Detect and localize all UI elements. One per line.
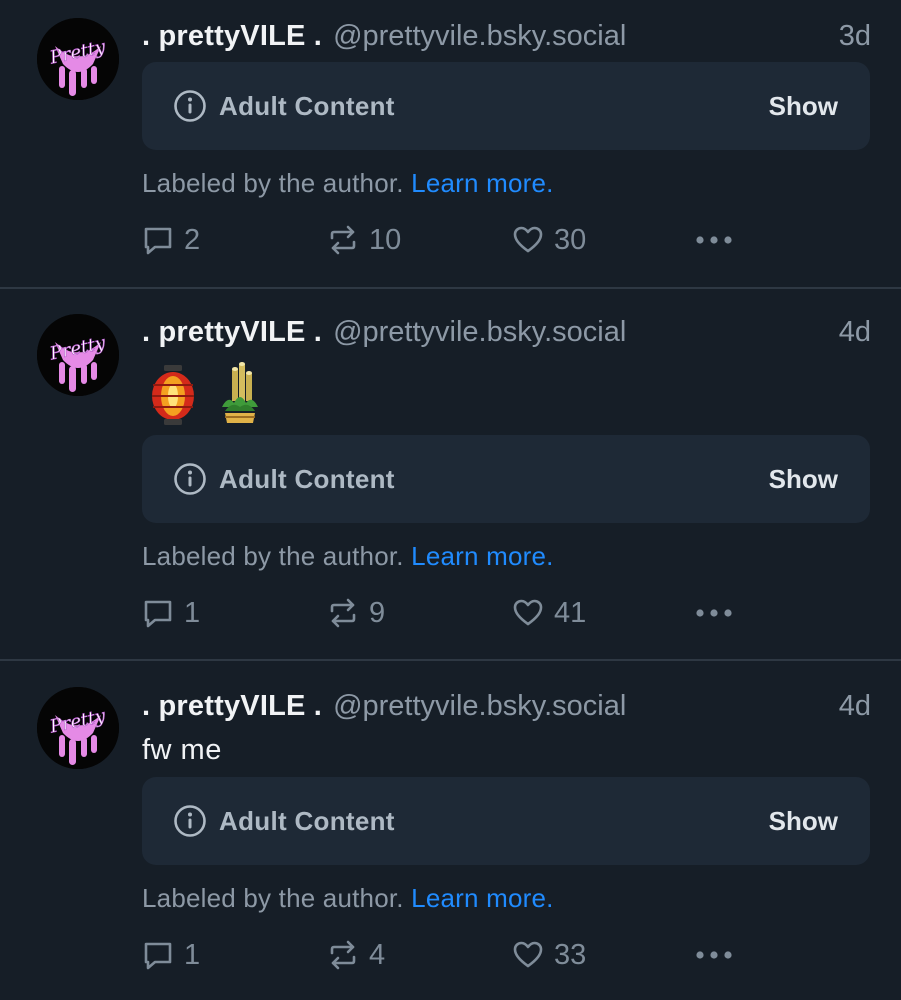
repost-arrows-icon: [330, 940, 356, 970]
avatar[interactable]: Pretty: [37, 18, 119, 100]
like-button[interactable]: 30: [512, 220, 586, 260]
ellipsis-icon: [696, 951, 732, 959]
like-count: 41: [554, 596, 587, 629]
post-actions: 1 9 41: [142, 593, 782, 633]
feed: Pretty . prettyVILE . @prettyvile.bsky.s…: [0, 0, 901, 1000]
post-emojis: [150, 361, 260, 427]
repost-button[interactable]: 10: [327, 220, 401, 260]
reply-count: 2: [184, 223, 201, 256]
ellipsis-icon: [696, 609, 732, 617]
display-name[interactable]: . prettyVILE .: [142, 20, 322, 53]
heart-icon: [513, 941, 543, 968]
label-notice: Labeled by the author. Learn more.: [142, 541, 554, 572]
timestamp[interactable]: 4d: [839, 686, 871, 726]
like-button[interactable]: 33: [512, 935, 586, 975]
info-circle-icon: [174, 805, 206, 837]
like-count: 33: [554, 938, 587, 971]
learn-more-link[interactable]: Learn more.: [411, 168, 553, 198]
show-button[interactable]: Show: [769, 777, 838, 865]
show-button[interactable]: Show: [769, 62, 838, 150]
reply-button[interactable]: 2: [142, 220, 200, 260]
heart-icon: [513, 226, 543, 253]
repost-arrows-icon: [330, 225, 356, 255]
content-warning-box[interactable]: Adult Content Show: [142, 62, 870, 150]
label-notice-text: Labeled by the author.: [142, 883, 404, 913]
repost-count: 4: [369, 938, 386, 971]
label-notice-text: Labeled by the author.: [142, 168, 404, 198]
avatar[interactable]: Pretty: [37, 314, 119, 396]
display-name[interactable]: . prettyVILE .: [142, 316, 322, 349]
post[interactable]: Pretty . prettyVILE . @prettyvile.bsky.s…: [0, 289, 901, 661]
handle[interactable]: @prettyvile.bsky.social: [333, 316, 626, 349]
info-circle-icon: [174, 463, 206, 495]
content-warning-label: Adult Content: [219, 464, 395, 494]
show-button[interactable]: Show: [769, 435, 838, 523]
avatar-logo: Pretty: [37, 687, 119, 769]
speech-bubble-icon: [144, 227, 172, 255]
speech-bubble-icon: [144, 600, 172, 628]
display-name[interactable]: . prettyVILE .: [142, 690, 322, 723]
lantern-emoji: [152, 365, 194, 425]
handle[interactable]: @prettyvile.bsky.social: [333, 20, 626, 53]
more-options-button[interactable]: [695, 593, 733, 633]
timestamp[interactable]: 3d: [839, 16, 871, 56]
post-header: . prettyVILE . @prettyvile.bsky.social 3…: [142, 16, 871, 56]
kadomatsu-emoji: [222, 362, 258, 423]
repost-count: 9: [369, 596, 386, 629]
like-count: 30: [554, 223, 587, 256]
post-header: . prettyVILE . @prettyvile.bsky.social 4…: [142, 312, 871, 352]
content-warning-label: Adult Content: [219, 91, 395, 121]
label-notice-text: Labeled by the author.: [142, 541, 404, 571]
learn-more-link[interactable]: Learn more.: [411, 883, 553, 913]
repost-arrows-icon: [330, 598, 356, 628]
post-actions: 1 4 33: [142, 935, 782, 975]
post[interactable]: Pretty . prettyVILE . @prettyvile.bsky.s…: [0, 0, 901, 289]
repost-button[interactable]: 9: [327, 593, 385, 633]
speech-bubble-icon: [144, 942, 172, 970]
content-warning-label: Adult Content: [219, 806, 395, 836]
learn-more-link[interactable]: Learn more.: [411, 541, 553, 571]
heart-icon: [513, 599, 543, 626]
avatar-logo: Pretty: [37, 18, 119, 100]
reply-count: 1: [184, 938, 201, 971]
post-text: fw me: [142, 734, 222, 766]
avatar-logo: Pretty: [37, 314, 119, 396]
label-notice: Labeled by the author. Learn more.: [142, 168, 554, 199]
info-circle-icon: [174, 90, 206, 122]
like-button[interactable]: 41: [512, 593, 586, 633]
more-options-button[interactable]: [695, 935, 733, 975]
repost-button[interactable]: 4: [327, 935, 385, 975]
timestamp[interactable]: 4d: [839, 312, 871, 352]
post-header: . prettyVILE . @prettyvile.bsky.social 4…: [142, 686, 871, 726]
reply-count: 1: [184, 596, 201, 629]
post-actions: 2 10 30: [142, 220, 782, 260]
repost-count: 10: [369, 223, 402, 256]
label-notice: Labeled by the author. Learn more.: [142, 883, 554, 914]
content-warning-box[interactable]: Adult Content Show: [142, 435, 870, 523]
post[interactable]: Pretty . prettyVILE . @prettyvile.bsky.s…: [0, 661, 901, 1000]
reply-button[interactable]: 1: [142, 593, 200, 633]
content-warning-box[interactable]: Adult Content Show: [142, 777, 870, 865]
more-options-button[interactable]: [695, 220, 733, 260]
reply-button[interactable]: 1: [142, 935, 200, 975]
handle[interactable]: @prettyvile.bsky.social: [333, 690, 626, 723]
avatar[interactable]: Pretty: [37, 687, 119, 769]
ellipsis-icon: [696, 236, 732, 244]
